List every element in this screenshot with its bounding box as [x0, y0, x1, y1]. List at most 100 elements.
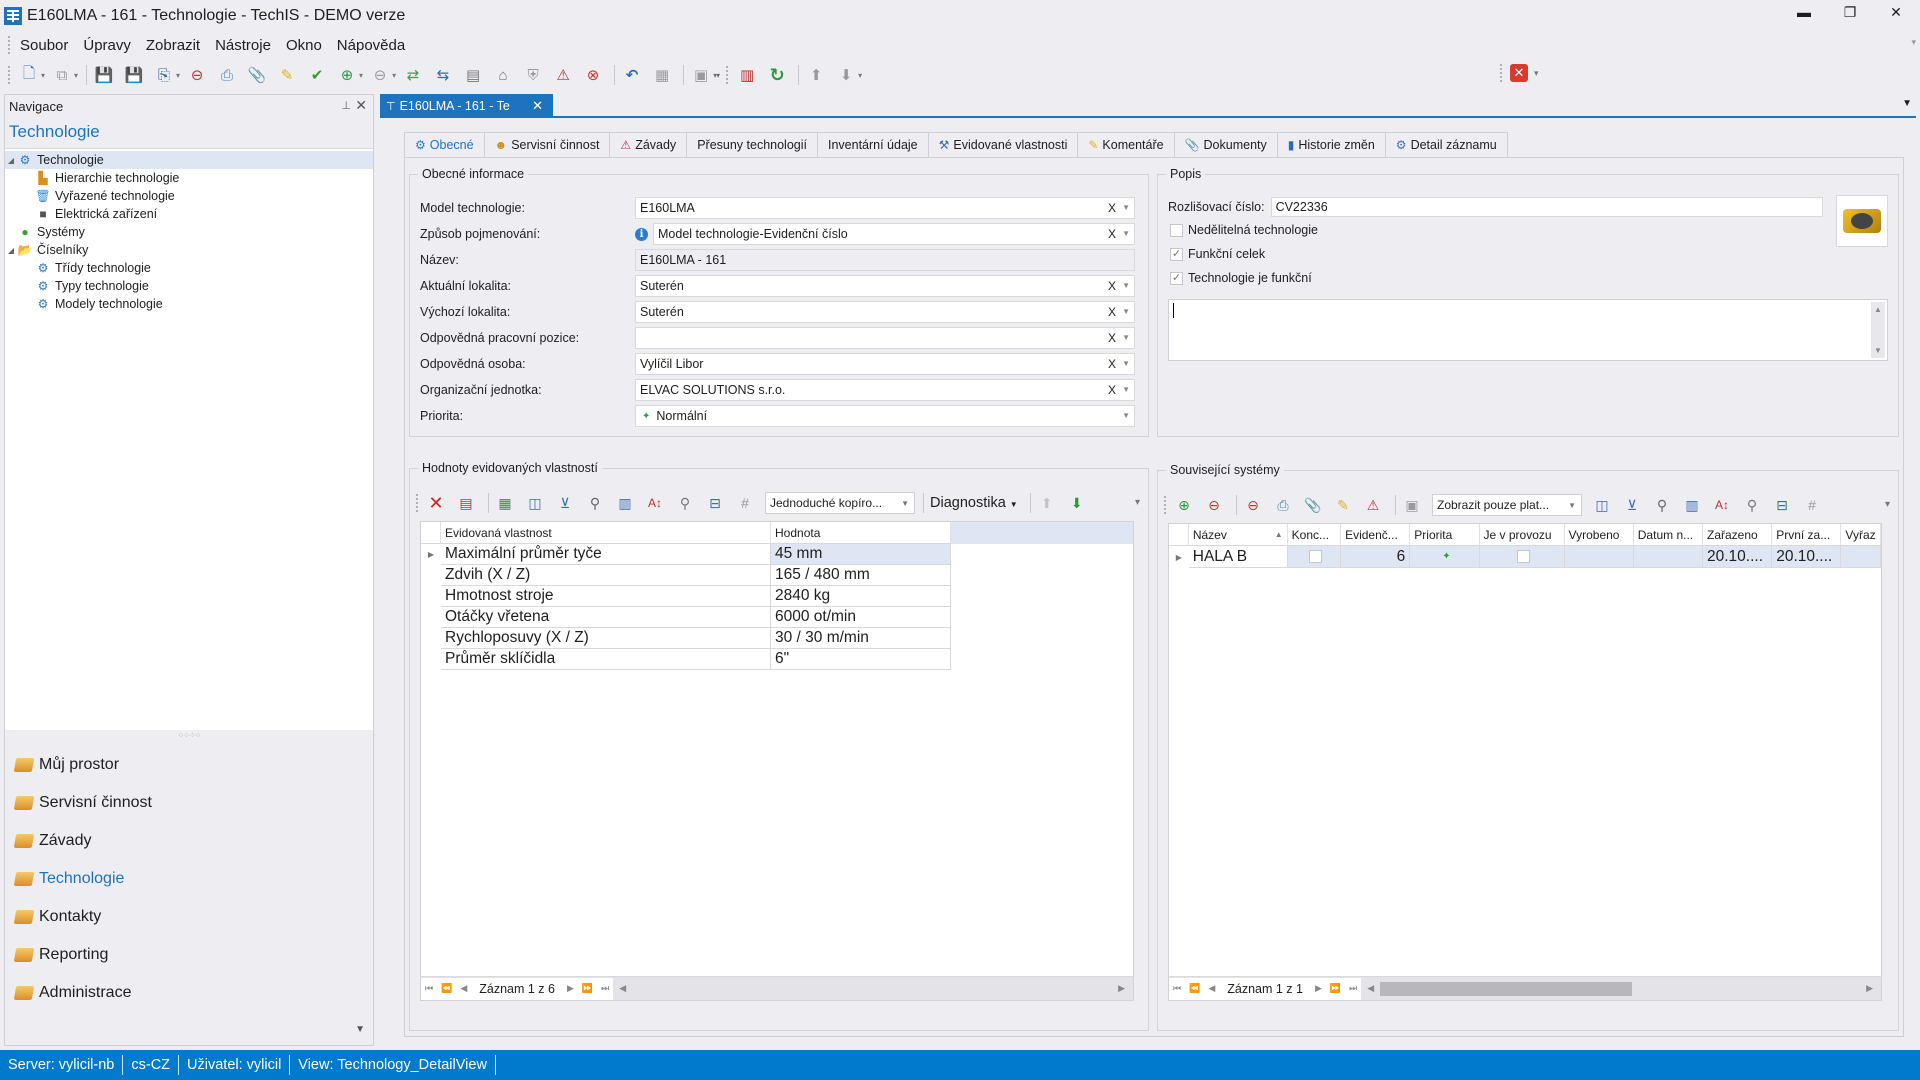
- view-error-icon[interactable]: ⚠: [552, 64, 574, 86]
- scroll-right-icon[interactable]: ▶: [1866, 983, 1873, 994]
- save-and-new-icon[interactable]: ⎘: [153, 64, 175, 86]
- table-row[interactable]: Zdvih (X / Z) 165 / 480 mm: [421, 565, 951, 586]
- panel-close-icon[interactable]: ✕: [355, 97, 367, 114]
- table-row[interactable]: Hmotnost stroje 2840 kg: [421, 586, 951, 607]
- move-down-icon[interactable]: ⬇: [835, 64, 857, 86]
- grid-lines-icon[interactable]: #: [735, 493, 755, 513]
- collapse-icon[interactable]: ◢: [5, 156, 17, 165]
- clear-icon[interactable]: X: [1108, 305, 1116, 319]
- tree-item-tridy[interactable]: ⚙ Třídy technologie: [5, 259, 373, 277]
- export-grid-icon[interactable]: ▦: [495, 493, 515, 513]
- link-remove-icon[interactable]: ⊖: [369, 64, 391, 86]
- tab-evidovane-vlastnosti[interactable]: ⚒ Evidované vlastnosti: [927, 132, 1078, 158]
- prev-record-icon[interactable]: ◀: [460, 983, 467, 994]
- chart-report-icon[interactable]: ⌂: [492, 64, 514, 86]
- menu-zobrazit[interactable]: Zobrazit: [144, 36, 202, 55]
- print-icon[interactable]: ⎙: [216, 64, 238, 86]
- column-chooser-icon[interactable]: ◫: [525, 493, 545, 513]
- group-muj-prostor[interactable]: Můj prostor: [5, 746, 373, 784]
- dropdown-arrow-icon[interactable]: ▼: [901, 499, 909, 508]
- tab-historie-zmen[interactable]: ▮ Historie změn: [1276, 132, 1385, 158]
- dropdown-arrow-icon[interactable]: ▼: [1122, 229, 1130, 238]
- horizontal-scrollbar-thumb[interactable]: [1380, 981, 1633, 996]
- scroll-right-icon[interactable]: ▶: [1118, 983, 1125, 994]
- checkbox-in-operation[interactable]: [1517, 550, 1531, 563]
- toolbar-grip[interactable]: [8, 66, 12, 84]
- dropdown-arrow-icon[interactable]: ▼: [1568, 501, 1576, 510]
- checkbox-technology-functional[interactable]: ✓ Technologie je funkční: [1170, 271, 1312, 285]
- group-panel-icon[interactable]: ▥: [615, 493, 635, 513]
- work-position-field[interactable]: X ▼: [635, 327, 1135, 349]
- save-icon[interactable]: 💾: [93, 64, 115, 86]
- swap-icon[interactable]: ⇆: [432, 64, 454, 86]
- undo-icon[interactable]: ↶: [621, 64, 643, 86]
- prev-page-icon[interactable]: ⏪: [441, 983, 452, 994]
- move-up-icon[interactable]: ⬆: [1037, 493, 1057, 513]
- tree-item-typy[interactable]: ⚙ Typy technologie: [5, 277, 373, 295]
- toolbar-overflow-icon[interactable]: ▾: [1135, 497, 1140, 508]
- column-header-konc[interactable]: Konc...: [1288, 524, 1342, 545]
- group-servisni-cinnost[interactable]: Servisní činnost: [5, 784, 373, 822]
- scroll-down-icon[interactable]: ▼: [355, 1024, 365, 1035]
- tab-servisni-cinnost[interactable]: ☻ Servisní činnost: [483, 132, 610, 158]
- comment-icon[interactable]: ✎: [1333, 495, 1353, 515]
- save-and-close-icon[interactable]: 💾: [123, 64, 145, 86]
- checkbox-functional-unit[interactable]: ✓ Funkční celek: [1170, 247, 1265, 261]
- column-header-evid[interactable]: Evidenč...: [1341, 524, 1411, 545]
- layout-icon[interactable]: ⊟: [1772, 495, 1792, 515]
- group-panel-icon[interactable]: ▥: [1682, 495, 1702, 515]
- dropdown-arrow-icon[interactable]: ▼: [1122, 385, 1130, 394]
- attachment-icon[interactable]: 📎: [1303, 495, 1323, 515]
- dropdown-arrow-icon[interactable]: ▼: [1122, 411, 1130, 420]
- book-icon[interactable]: ▥: [736, 64, 758, 86]
- attachment-icon[interactable]: 📎: [246, 64, 268, 86]
- remove-system-icon[interactable]: ⊖: [1204, 495, 1224, 515]
- sort-icon[interactable]: A↕: [1712, 495, 1732, 515]
- filter-icon[interactable]: ⚲: [1652, 495, 1672, 515]
- table-row[interactable]: ▶ HALA B 6 ✦ 20.10.... 20.10....: [1169, 546, 1881, 568]
- column-header-date[interactable]: Datum n...: [1634, 524, 1703, 545]
- last-record-icon[interactable]: ⏭: [1349, 983, 1357, 994]
- menu-napoveda[interactable]: Nápověda: [335, 36, 407, 55]
- next-page-icon[interactable]: ⏩: [582, 983, 593, 994]
- scroll-down-icon[interactable]: ▼: [1871, 346, 1885, 355]
- pin-icon[interactable]: ⊥: [341, 99, 351, 112]
- model-field[interactable]: E160LMA X ▼: [635, 197, 1135, 219]
- refresh-icon[interactable]: ↻: [766, 64, 788, 86]
- validate-icon[interactable]: ✔: [306, 64, 328, 86]
- layout-icon[interactable]: ⊟: [705, 493, 725, 513]
- diagnostics-menu[interactable]: Diagnostika ▼: [930, 495, 1018, 511]
- scroll-up-icon[interactable]: ▲: [1871, 302, 1885, 314]
- menu-grip[interactable]: [8, 36, 12, 54]
- new-document-icon[interactable]: 🗋: [18, 64, 40, 86]
- copy-icon[interactable]: ⧉: [51, 64, 73, 86]
- next-record-icon[interactable]: ▶: [567, 983, 574, 994]
- tab-obecne[interactable]: ⚙ Obecné: [404, 132, 484, 158]
- tree-item-modely[interactable]: ⚙ Modely technologie: [5, 295, 373, 313]
- column-header-manufactured[interactable]: Vyrobeno: [1565, 524, 1634, 545]
- close-red-icon[interactable]: ✕: [1510, 64, 1528, 82]
- prev-record-icon[interactable]: ◀: [1208, 983, 1215, 994]
- tab-zavady[interactable]: ⚠ Závady: [609, 132, 687, 158]
- distinguishing-number-field[interactable]: CV22336: [1270, 197, 1823, 217]
- table-row[interactable]: ▶ Maximální průměr tyče 45 mm: [421, 544, 951, 565]
- dropdown-arrow-icon[interactable]: ▼: [1122, 307, 1130, 316]
- next-record-icon[interactable]: ▶: [1315, 983, 1322, 994]
- group-zavady[interactable]: Závady: [5, 822, 373, 860]
- menu-overflow-icon[interactable]: ▾: [1911, 37, 1916, 48]
- copy-mode-combo[interactable]: Jednoduché kopíro... ▼: [765, 492, 915, 514]
- tree-item-systemy[interactable]: ● Systémy: [5, 223, 373, 241]
- group-kontakty[interactable]: Kontakty: [5, 898, 373, 936]
- filter-icon[interactable]: ⚲: [585, 493, 605, 513]
- clear-icon[interactable]: X: [1108, 383, 1116, 397]
- restore-icon[interactable]: ❐: [1838, 4, 1862, 21]
- note-scrollbar[interactable]: ▲ ▼: [1871, 302, 1885, 358]
- scroll-left-icon[interactable]: ◀: [619, 983, 626, 994]
- default-location-field[interactable]: Suterén X ▼: [635, 301, 1135, 323]
- prev-page-icon[interactable]: ⏪: [1189, 983, 1200, 994]
- first-record-icon[interactable]: ⏮: [425, 983, 433, 994]
- edit-rows-icon[interactable]: ▤: [456, 493, 476, 513]
- clear-icon[interactable]: X: [1108, 279, 1116, 293]
- grid-lines-icon[interactable]: #: [1802, 495, 1822, 515]
- note-textarea[interactable]: ▲ ▼: [1168, 299, 1888, 361]
